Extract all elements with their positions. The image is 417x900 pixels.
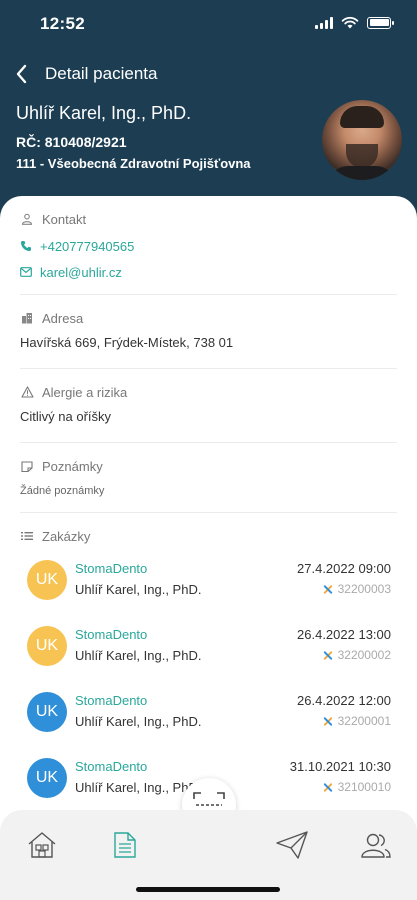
back-button[interactable] [8,60,36,88]
send-icon [276,831,308,859]
divider [20,442,397,443]
orders-section: Zakázky [20,527,397,545]
order-number: 32100010 [323,780,391,794]
order-initials-badge: UK [27,692,67,732]
contact-section: Kontakt +420777940565 karel@uhlir.cz [20,210,397,282]
wifi-icon [341,16,359,29]
patient-avatar[interactable] [322,100,402,180]
order-number-value: 32100010 [337,780,391,794]
allergies-title: Alergie a rizika [42,384,128,400]
patient-name: Uhlíř Karel, Ing., PhD. [16,103,192,123]
tab-send[interactable] [275,828,309,862]
notes-section: Poznámky Žádné poznámky [20,457,397,498]
order-patient-name: Uhlíř Karel, Ing., PhD. [75,582,202,597]
building-icon [20,311,34,325]
tab-home[interactable] [25,828,59,862]
tab-documents[interactable] [108,828,142,862]
tab-patients[interactable] [359,828,393,862]
orders-title: Zakázky [42,528,91,544]
email-link[interactable]: karel@uhlir.cz [20,262,397,282]
email-address: karel@uhlir.cz [40,264,122,280]
order-row[interactable]: UK StomaDento Uhlíř Karel, Ing., PhD. 27.4.… [27,560,391,608]
notes-value: Žádné poznámky [20,485,105,497]
order-row[interactable]: UK StomaDento Uhlíř Karel, Ing., PhD. 26.4.… [27,626,391,674]
chevron-left-icon [16,64,27,84]
order-date: 26.4.2022 12:00 [297,693,391,708]
divider [20,368,397,369]
order-status-icon [323,716,333,726]
patient-birth-number: RČ: 810408/2921 [16,134,127,150]
address-value: Havířská 669, Frýdek-Místek, 738 01 [20,335,234,350]
divider [20,512,397,513]
order-date: 27.4.2022 09:00 [297,561,391,576]
envelope-icon [20,267,32,277]
users-icon [361,833,391,858]
order-lab-name: StomaDento [75,759,148,774]
order-number: 32200002 [323,648,391,662]
header: 12:52 Detail pacienta Uhlíř Karel, Ing.,… [0,0,417,215]
battery-icon [367,16,394,29]
warning-icon [20,385,34,399]
order-status-icon [323,650,333,660]
address-section: Adresa Havířská 669, Frýdek-Místek, 738 … [20,309,397,351]
order-number: 32200001 [323,714,391,728]
home-icon [28,832,56,858]
order-patient-name: Uhlíř Karel, Ing., PhD. [75,780,202,795]
home-indicator [136,887,280,892]
order-number-value: 32200001 [337,714,391,728]
person-icon [20,212,34,226]
order-number: 32200003 [323,582,391,596]
signal-icon [315,16,333,29]
note-icon [20,459,34,473]
order-patient-name: Uhlíř Karel, Ing., PhD. [75,648,202,663]
order-lab-name: StomaDento [75,693,148,708]
notes-title: Poznámky [42,458,103,474]
address-title: Adresa [42,310,84,326]
document-icon [114,832,136,858]
status-bar: 12:52 [0,0,417,44]
nav-bar: Detail pacienta [0,56,417,92]
order-number-value: 32200002 [337,648,391,662]
order-number-value: 32200003 [337,582,391,596]
order-status-icon [323,584,333,594]
patient-insurance: 111 - Všeobecná Zdravotní Pojišťovna [16,156,251,171]
page-title: Detail pacienta [45,64,158,83]
phone-link[interactable]: +420777940565 [20,236,397,256]
order-lab-name: StomaDento [75,561,148,576]
order-row[interactable]: UK StomaDento Uhlíř Karel, Ing., PhD. 26.4.… [27,692,391,740]
order-lab-name: StomaDento [75,627,148,642]
order-initials-badge: UK [27,626,67,666]
phone-icon [21,241,31,251]
status-time: 12:52 [40,14,85,33]
list-icon [20,529,34,543]
allergies-section: Alergie a rizika Citlivý na oříšky [20,383,397,425]
order-initials-badge: UK [27,560,67,600]
status-icons [315,16,394,29]
order-date: 31.10.2021 10:30 [289,759,391,774]
order-initials-badge: UK [27,758,67,798]
contact-title: Kontakt [42,211,87,227]
order-patient-name: Uhlíř Karel, Ing., PhD. [75,714,202,729]
phone-number: +420777940565 [40,238,135,254]
order-date: 26.4.2022 13:00 [297,627,391,642]
allergies-value: Citlivý na oříšky [20,409,112,424]
order-status-icon [323,782,333,792]
divider [20,294,397,295]
